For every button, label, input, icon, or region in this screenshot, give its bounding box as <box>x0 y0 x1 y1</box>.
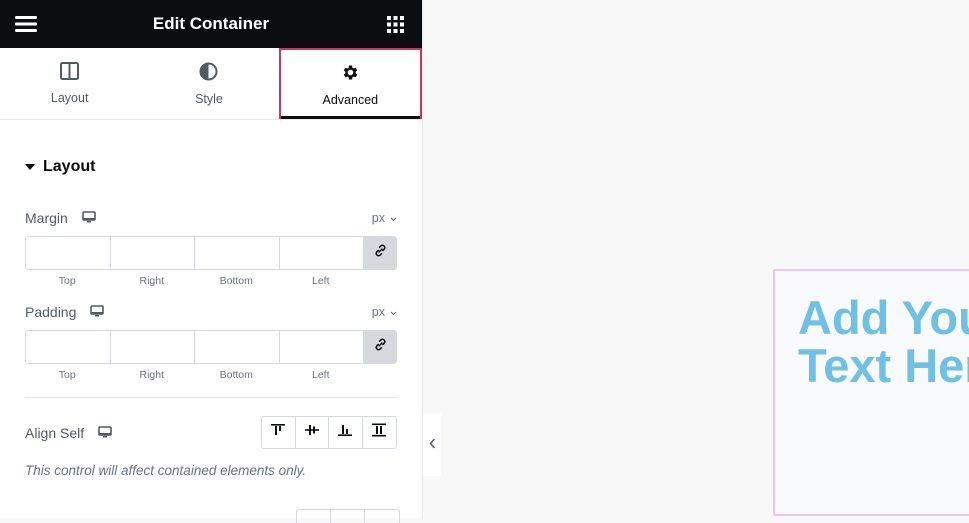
half-circle-icon <box>199 62 218 84</box>
padding-unit-label: px <box>371 305 385 319</box>
padding-link-button[interactable] <box>364 331 396 363</box>
desktop-icon[interactable] <box>90 304 105 320</box>
padding-right-label: Right <box>139 369 164 381</box>
padding-unit-select[interactable]: px <box>372 305 397 319</box>
tab-advanced-label: Advanced <box>322 92 379 107</box>
align-stretch-icon <box>372 423 387 442</box>
panel-collapse-button[interactable] <box>423 414 441 476</box>
tab-style[interactable]: Style <box>139 48 278 119</box>
align-self-buttons <box>261 416 397 449</box>
align-stretch-button[interactable] <box>363 417 397 448</box>
margin-unit-label: px <box>371 211 385 225</box>
canvas-heading[interactable]: Add Your Text Here <box>798 294 969 390</box>
link-icon <box>373 243 388 263</box>
margin-sublabels: Top Right Bottom Left <box>25 275 397 287</box>
align-start-icon <box>271 423 286 442</box>
margin-control-header: Margin px <box>25 210 397 226</box>
margin-bottom-input[interactable] <box>195 237 280 269</box>
align-end-icon <box>338 423 353 442</box>
padding-left-label: Left <box>311 369 330 381</box>
align-self-label: Align Self <box>25 424 85 441</box>
panel-tabs: Layout Style Advanced <box>0 48 422 120</box>
chevron-left-icon <box>428 436 436 454</box>
align-self-control: Align Self <box>25 416 397 449</box>
panel-content: Layout Margin px Top Right Bottom Left P… <box>0 158 422 478</box>
section-layout-toggle[interactable]: Layout <box>25 158 397 176</box>
desktop-icon[interactable] <box>81 210 96 226</box>
padding-control-header: Padding px <box>25 304 397 320</box>
editor-panel: Edit Container Layout Style Advanced Lay… <box>0 0 423 523</box>
heading-line-1: Add Your <box>798 291 969 344</box>
link-icon <box>373 337 388 357</box>
margin-top-input[interactable] <box>26 237 111 269</box>
margin-top-label: Top <box>58 275 76 287</box>
align-start-button[interactable] <box>262 417 296 448</box>
padding-right-input[interactable] <box>110 331 195 363</box>
grid-icon[interactable] <box>384 12 408 36</box>
caret-down-icon <box>25 164 35 170</box>
padding-sublabels: Top Right Bottom Left <box>25 369 397 381</box>
heading-line-2: Text Here <box>798 339 969 392</box>
align-center-icon <box>304 423 319 442</box>
padding-bottom-input[interactable] <box>195 331 280 363</box>
padding-top-label: Top <box>58 369 76 381</box>
tab-advanced[interactable]: Advanced <box>278 48 422 119</box>
align-center-button[interactable] <box>296 417 329 448</box>
padding-left-input[interactable] <box>279 331 364 363</box>
chevron-down-icon <box>390 211 397 225</box>
padding-top-input[interactable] <box>26 331 111 363</box>
gear-icon <box>341 63 360 85</box>
margin-right-label: Right <box>139 275 164 287</box>
margin-unit-select[interactable]: px <box>372 211 397 225</box>
divider <box>25 397 397 398</box>
next-control-buttons[interactable] <box>296 509 400 523</box>
panel-header: Edit Container <box>0 0 422 48</box>
tab-style-label: Style <box>195 91 223 106</box>
tab-layout-label: Layout <box>50 91 89 105</box>
margin-inputs <box>25 236 397 270</box>
desktop-icon[interactable] <box>98 425 112 441</box>
chevron-down-icon <box>390 305 397 319</box>
margin-right-input[interactable] <box>110 237 195 269</box>
columns-icon <box>60 62 80 83</box>
padding-inputs <box>25 330 397 364</box>
margin-link-button[interactable] <box>364 237 396 269</box>
padding-label: Padding <box>25 304 77 320</box>
align-self-note: This control will affect contained eleme… <box>25 463 307 478</box>
hamburger-icon[interactable] <box>14 12 38 36</box>
margin-left-input[interactable] <box>279 237 364 269</box>
tab-layout[interactable]: Layout <box>0 48 139 119</box>
margin-bottom-label: Bottom <box>219 275 253 287</box>
panel-title: Edit Container <box>152 14 270 33</box>
section-title: Layout <box>43 158 96 175</box>
margin-left-label: Left <box>311 275 330 287</box>
padding-bottom-label: Bottom <box>219 369 253 381</box>
margin-label: Margin <box>25 210 68 226</box>
align-end-button[interactable] <box>329 417 363 448</box>
